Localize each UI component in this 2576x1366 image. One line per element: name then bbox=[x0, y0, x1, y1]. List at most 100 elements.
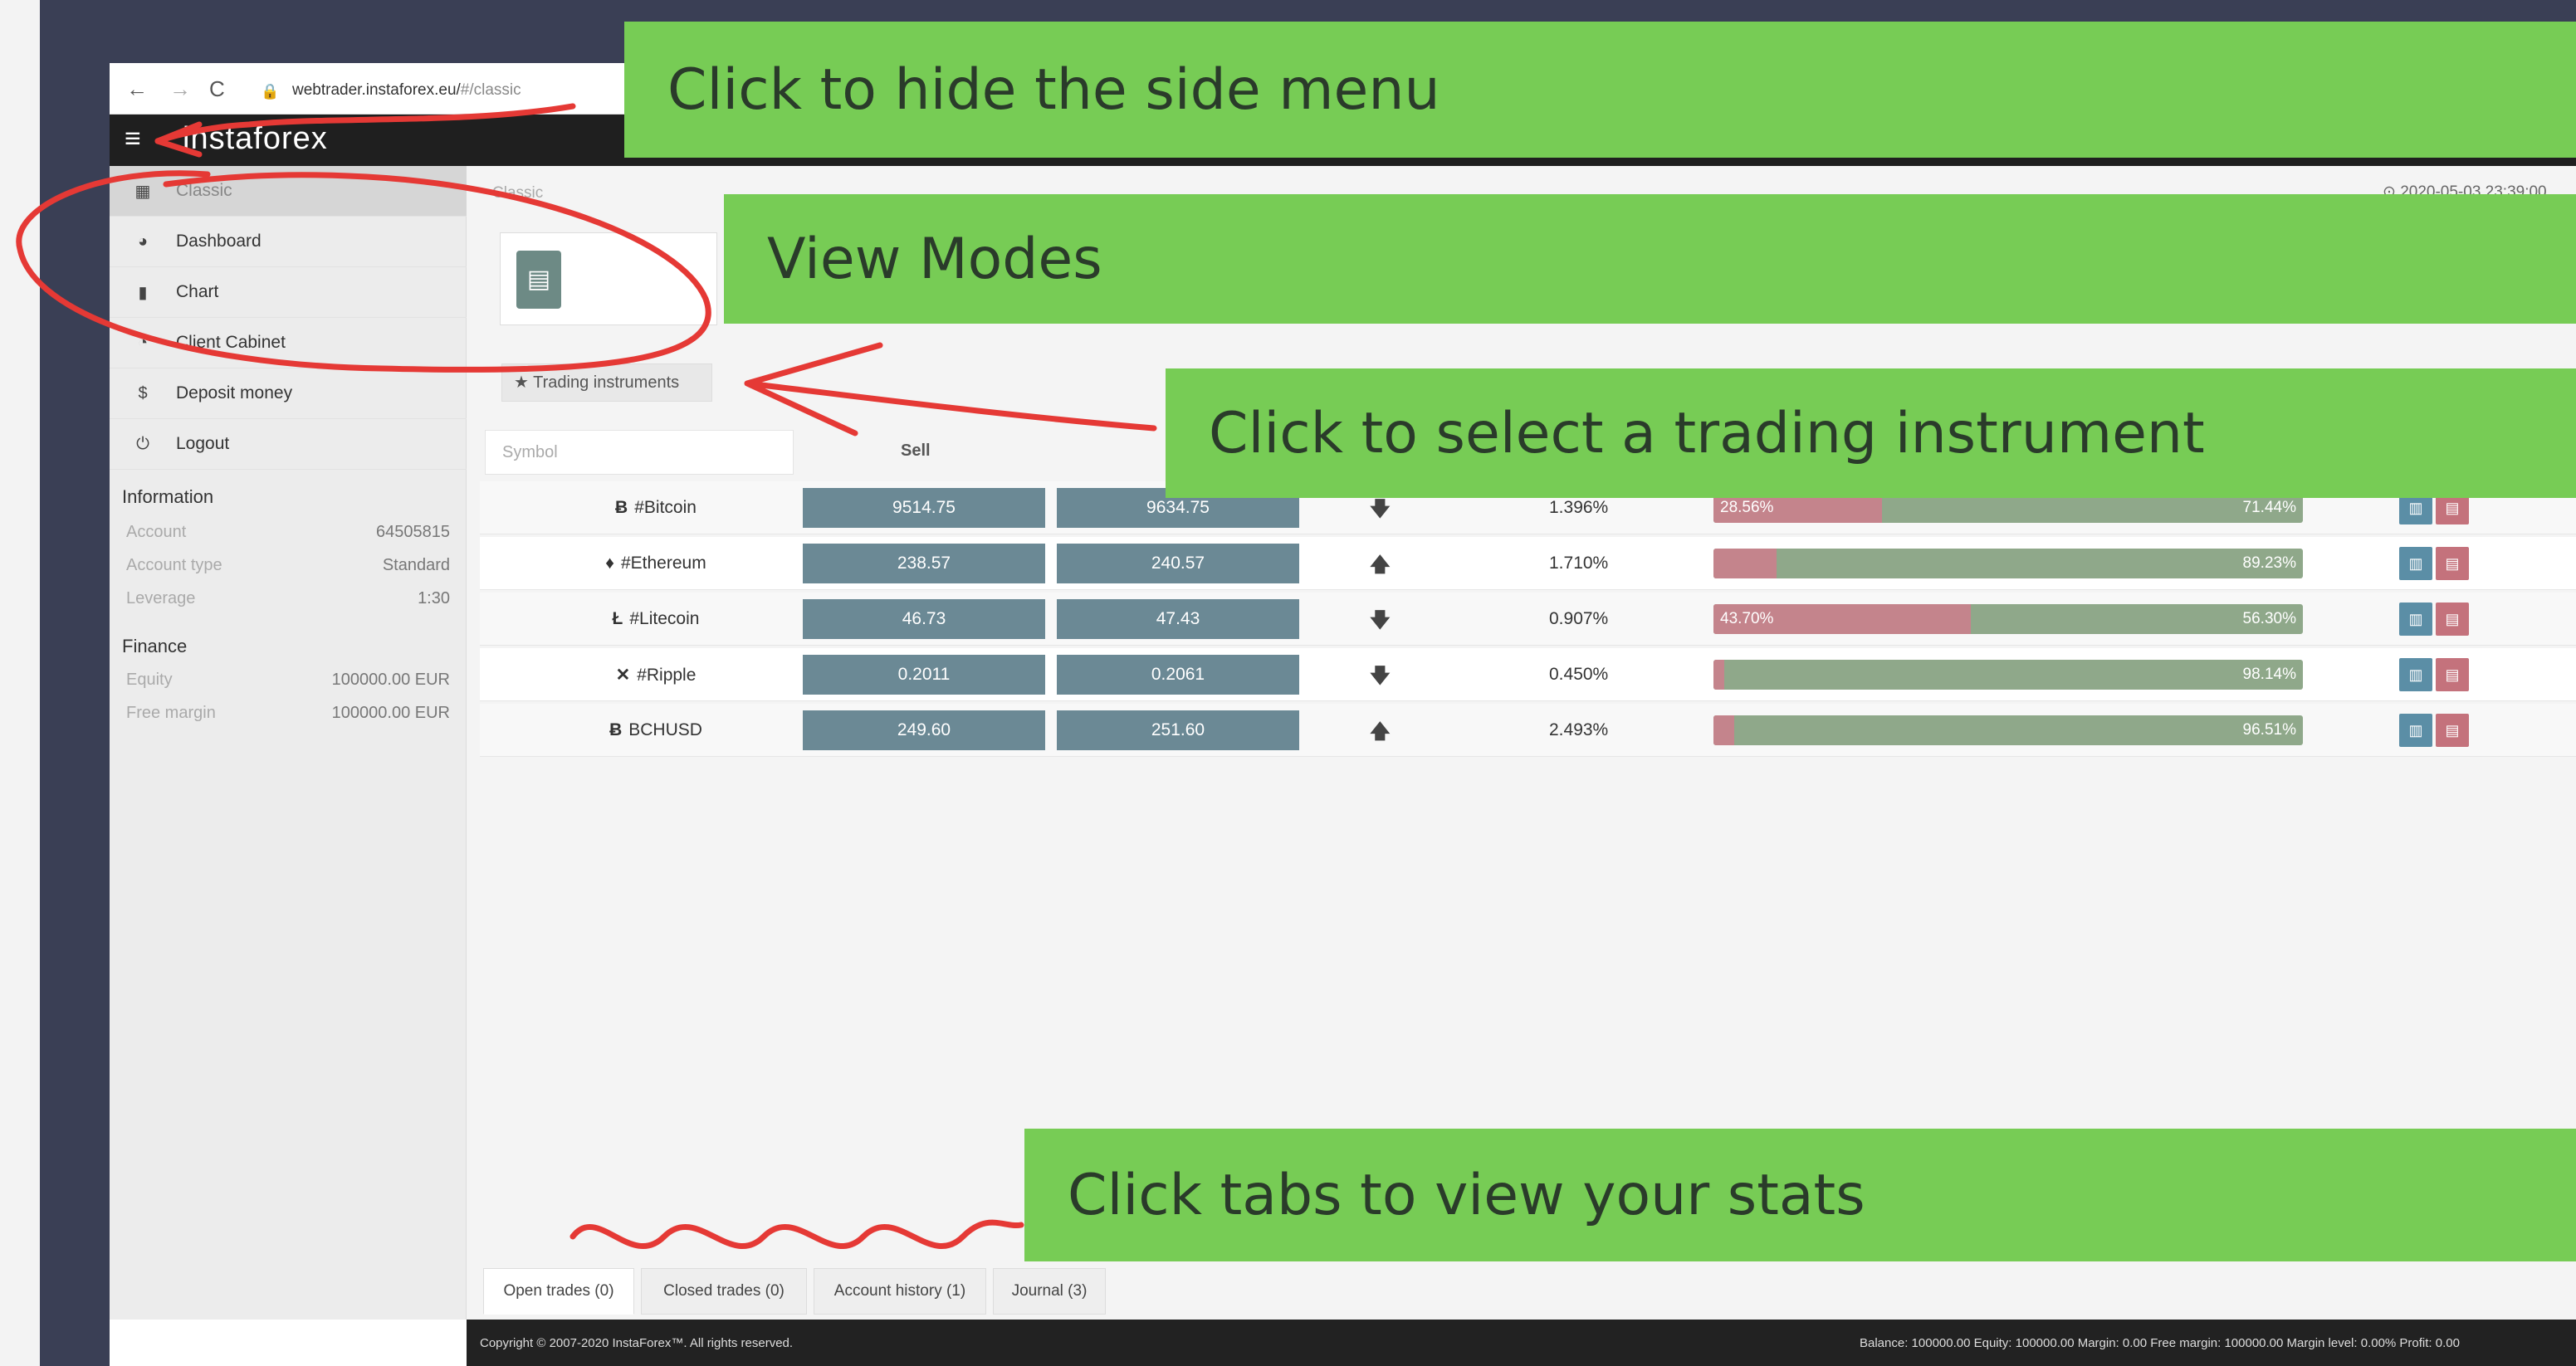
sell-sentiment-label: 43.70% bbox=[1720, 610, 1774, 627]
finance-row: Equity 100000.00 EUR bbox=[126, 671, 450, 690]
buy-sentiment-label: 56.30% bbox=[2242, 610, 2296, 627]
dashboard-icon: ◕ bbox=[137, 232, 149, 251]
buy-price-button[interactable]: 47.43 bbox=[1057, 599, 1299, 639]
sidebar-item-chart[interactable]: ▮ Chart bbox=[110, 267, 467, 318]
tab-open-trades[interactable]: Open trades (0) bbox=[483, 1268, 634, 1315]
arrow-down-icon: 🡇 bbox=[1370, 609, 1391, 632]
information-value: Standard bbox=[382, 556, 450, 574]
power-icon: ⏻ bbox=[136, 434, 149, 453]
reload-icon[interactable]: C bbox=[209, 76, 225, 102]
symbol-search-input[interactable]: Symbol bbox=[485, 430, 794, 475]
tab-account-history[interactable]: Account history (1) bbox=[814, 1268, 986, 1315]
information-row: Leverage 1:30 bbox=[126, 589, 450, 608]
select-instrument-callout: Click to select a trading instrument bbox=[1166, 368, 2576, 498]
classic-mode-icon[interactable]: ▤ bbox=[516, 251, 561, 309]
chart-icon[interactable]: ▥ bbox=[2399, 547, 2432, 580]
finance-title: Finance bbox=[122, 636, 188, 656]
hamburger-menu-icon[interactable]: ≡ bbox=[125, 124, 141, 153]
sell-sentiment-fill bbox=[1713, 660, 1725, 690]
sell-price-button[interactable]: 249.60 bbox=[803, 710, 1045, 750]
sentiment-bar: 43.70% 56.30% bbox=[1713, 604, 2303, 634]
sell-price-button[interactable]: 0.2011 bbox=[803, 655, 1045, 695]
sell-price-button[interactable]: 46.73 bbox=[803, 599, 1045, 639]
finance-label: Free margin bbox=[126, 704, 216, 722]
instrument-symbol[interactable]: ♦ #Ethereum bbox=[531, 554, 780, 573]
sell-column-header: Sell bbox=[901, 442, 931, 460]
finance-value: 100000.00 EUR bbox=[331, 671, 450, 689]
information-row: Account type Standard bbox=[126, 556, 450, 575]
coin-icon: ♦ bbox=[605, 554, 614, 573]
information-label: Leverage bbox=[126, 589, 196, 607]
back-icon[interactable]: ← bbox=[126, 76, 148, 102]
change-percent: 0.450% bbox=[1549, 665, 1609, 684]
sentiment-bar: 89.23% bbox=[1713, 549, 2303, 578]
trash-icon[interactable]: ▤ bbox=[2436, 658, 2469, 691]
tab-closed-trades[interactable]: Closed trades (0) bbox=[641, 1268, 807, 1315]
view-modes-callout: View Modes bbox=[724, 194, 2576, 324]
url-host: webtrader.instaforex.eu/ bbox=[292, 81, 461, 99]
sentiment-bar: 98.14% bbox=[1713, 660, 2303, 690]
coin-icon: Ƀ bbox=[609, 720, 623, 739]
change-percent: 1.710% bbox=[1549, 554, 1609, 573]
coin-icon: Ƀ bbox=[615, 498, 628, 517]
hide-menu-callout: Click to hide the side menu bbox=[624, 22, 2576, 158]
instrument-symbol[interactable]: Ƀ #Bitcoin bbox=[531, 498, 780, 518]
buy-price-button[interactable]: 0.2061 bbox=[1057, 655, 1299, 695]
url-path: #/classic bbox=[460, 81, 521, 99]
information-value: 1:30 bbox=[418, 589, 450, 607]
sidebar-item-label: Client Cabinet bbox=[176, 333, 286, 352]
change-percent: 1.396% bbox=[1549, 498, 1609, 517]
arrow-up-icon: 🡅 bbox=[1370, 720, 1391, 743]
lock-icon: 🔒 bbox=[261, 83, 280, 100]
chart-icon[interactable]: ▥ bbox=[2399, 714, 2432, 747]
breadcrumb: Classic bbox=[492, 184, 544, 202]
forward-icon[interactable]: → bbox=[169, 76, 191, 102]
finance-label: Equity bbox=[126, 671, 173, 689]
information-label: Account bbox=[126, 523, 187, 541]
symbol-label: #Litecoin bbox=[629, 609, 700, 628]
tab-journal-(3)[interactable]: Journal (3) bbox=[993, 1268, 1106, 1315]
sell-price-button[interactable]: 238.57 bbox=[803, 544, 1045, 583]
coin-icon: ✕ bbox=[615, 666, 631, 685]
chart-icon[interactable]: ▥ bbox=[2399, 603, 2432, 636]
sidebar-item-label: Dashboard bbox=[176, 232, 262, 251]
user-icon: ◔ bbox=[137, 333, 149, 352]
symbol-label: BCHUSD bbox=[628, 720, 702, 739]
symbol-label: #Ripple bbox=[637, 666, 697, 685]
trading-instruments-button[interactable]: ★ Trading instruments bbox=[501, 363, 712, 402]
url-field[interactable]: webtrader.instaforex.eu/#/classic bbox=[292, 81, 521, 100]
instrument-symbol[interactable]: Ƀ BCHUSD bbox=[531, 720, 780, 740]
chart-icon[interactable]: ▥ bbox=[2399, 658, 2432, 691]
sidebar-item-deposit-money[interactable]: $ Deposit money bbox=[110, 368, 467, 419]
sell-sentiment-fill bbox=[1713, 715, 1734, 745]
information-title: Information bbox=[122, 486, 214, 507]
sidebar-item-label: Classic bbox=[176, 181, 232, 200]
instrument-symbol[interactable]: ✕ #Ripple bbox=[531, 665, 780, 685]
sidebar-item-label: Deposit money bbox=[176, 383, 293, 402]
finance-row: Free margin 100000.00 EUR bbox=[126, 704, 450, 723]
page-margin bbox=[0, 0, 40, 1366]
trash-icon[interactable]: ▤ bbox=[2436, 547, 2469, 580]
sidebar-item-classic[interactable]: ▦ Classic bbox=[110, 166, 467, 217]
buy-price-button[interactable]: 251.60 bbox=[1057, 710, 1299, 750]
bar-chart-icon: ▮ bbox=[138, 283, 148, 302]
trash-icon[interactable]: ▤ bbox=[2436, 714, 2469, 747]
sentiment-bar: 96.51% bbox=[1713, 715, 2303, 745]
information-value: 64505815 bbox=[376, 523, 450, 541]
sidebar-item-label: Chart bbox=[176, 282, 219, 301]
sell-price-button[interactable]: 9514.75 bbox=[803, 488, 1045, 528]
instrument-symbol[interactable]: Ł #Litecoin bbox=[531, 609, 780, 629]
copyright-text: Copyright © 2007-2020 InstaForex™. All r… bbox=[480, 1336, 794, 1350]
sidebar-item-logout[interactable]: ⏻ Logout bbox=[110, 419, 467, 470]
arrow-down-icon: 🡇 bbox=[1370, 665, 1391, 687]
buy-price-button[interactable]: 240.57 bbox=[1057, 544, 1299, 583]
change-percent: 0.907% bbox=[1549, 609, 1609, 628]
sidebar-item-client-cabinet[interactable]: ◔ Client Cabinet bbox=[110, 318, 467, 368]
arrow-up-icon: 🡅 bbox=[1370, 554, 1391, 576]
sidebar-item-dashboard[interactable]: ◕ Dashboard bbox=[110, 217, 467, 267]
trash-icon[interactable]: ▤ bbox=[2436, 603, 2469, 636]
information-row: Account 64505815 bbox=[126, 523, 450, 542]
coin-icon: Ł bbox=[612, 609, 623, 628]
dollar-icon: $ bbox=[138, 383, 148, 402]
change-percent: 2.493% bbox=[1549, 720, 1609, 739]
